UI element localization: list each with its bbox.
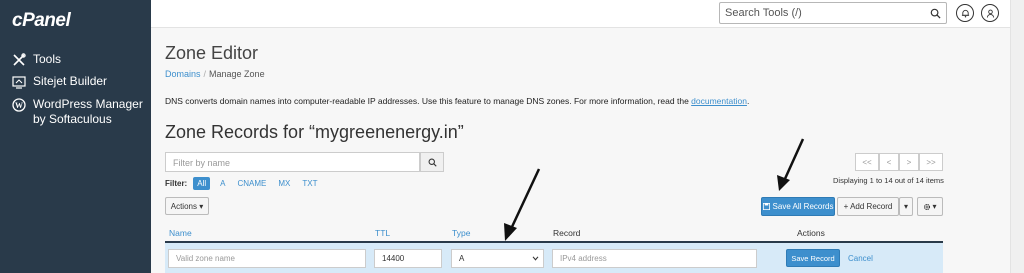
column-header-name[interactable]: Name bbox=[169, 228, 192, 238]
description-text: DNS converts domain names into computer-… bbox=[165, 96, 689, 106]
sidebar-item-wordpress[interactable]: W WordPress Manager by Softaculous bbox=[12, 97, 143, 127]
pagination-next-button[interactable]: > bbox=[899, 153, 919, 171]
record-input[interactable]: IPv4 address bbox=[552, 249, 757, 268]
save-icon bbox=[762, 203, 770, 210]
pagination-last-button[interactable]: >> bbox=[919, 153, 943, 171]
filter-by-name-input[interactable] bbox=[166, 154, 419, 172]
filter-chip-txt[interactable]: TXT bbox=[302, 179, 317, 188]
record-placeholder: IPv4 address bbox=[560, 254, 607, 263]
pagination-first-button[interactable]: << bbox=[855, 153, 879, 171]
gear-icon bbox=[924, 203, 931, 210]
search-placeholder: Search Tools (/) bbox=[725, 7, 802, 19]
sidebar-item-label-secondary: by Softaculous bbox=[33, 112, 112, 126]
breadcrumb-domains-link[interactable]: Domains bbox=[165, 69, 201, 79]
main-content: Zone Editor Domains / Manage Zone DNS conv… bbox=[151, 29, 1010, 273]
actions-dropdown-button[interactable]: Actions ▾ bbox=[165, 197, 209, 215]
chevron-down-icon bbox=[532, 256, 539, 261]
tools-icon bbox=[13, 53, 26, 66]
pagination-prev-button[interactable]: < bbox=[879, 153, 899, 171]
filter-chip-mx[interactable]: MX bbox=[278, 179, 290, 188]
save-all-records-button[interactable]: Save All Records bbox=[761, 197, 835, 216]
sidebar-item-tools[interactable]: Tools bbox=[12, 52, 61, 67]
page-scrollbar[interactable] bbox=[1010, 0, 1024, 273]
ttl-input[interactable]: 14400 bbox=[374, 249, 442, 268]
zone-name-input[interactable]: Valid zone name bbox=[168, 249, 366, 268]
search-icon bbox=[428, 158, 437, 167]
records-table-header: Name TTL Type Record Actions bbox=[165, 224, 943, 243]
top-bar: Search Tools (/) bbox=[151, 0, 1010, 28]
user-menu-button[interactable] bbox=[981, 4, 999, 22]
sidebar-item-label: Sitejet Builder bbox=[33, 74, 108, 88]
filter-chip-a[interactable]: A bbox=[220, 179, 225, 188]
sidebar-item-label: WordPress Manager bbox=[33, 97, 143, 111]
save-record-button[interactable]: Save Record bbox=[786, 249, 840, 267]
cpanel-logo[interactable]: cPanel bbox=[12, 10, 71, 32]
search-tools-input[interactable]: Search Tools (/) bbox=[719, 2, 947, 24]
ttl-value: 14400 bbox=[382, 254, 405, 263]
filter-by-name-field[interactable] bbox=[165, 152, 420, 172]
column-header-record: Record bbox=[553, 228, 581, 238]
user-icon bbox=[986, 9, 994, 18]
filter-chip-cname[interactable]: CNAME bbox=[237, 179, 266, 188]
page-title: Zone Editor bbox=[165, 43, 259, 63]
breadcrumb: Domains / Manage Zone bbox=[165, 69, 265, 79]
page-description: DNS converts domain names into computer-… bbox=[165, 96, 749, 106]
filter-search-button[interactable] bbox=[420, 152, 444, 172]
search-icon[interactable] bbox=[930, 8, 941, 19]
sidebar-item-label: Tools bbox=[33, 52, 62, 66]
type-select[interactable]: A bbox=[451, 249, 544, 268]
sitejet-icon bbox=[12, 76, 26, 89]
save-all-records-label: Save All Records bbox=[772, 202, 834, 211]
column-header-type[interactable]: Type bbox=[452, 228, 470, 238]
add-record-caret-button[interactable]: ▾ bbox=[899, 197, 913, 216]
filter-label: Filter: bbox=[165, 179, 188, 188]
svg-text:W: W bbox=[15, 101, 23, 110]
filter-chips: Filter: All A CNAME MX TXT bbox=[165, 177, 329, 190]
filter-chip-all[interactable]: All bbox=[193, 177, 211, 190]
column-header-ttl[interactable]: TTL bbox=[375, 228, 390, 238]
zone-records-title: Zone Records for “mygreenenergy.in” bbox=[165, 122, 464, 142]
bell-icon bbox=[961, 9, 969, 17]
notifications-button[interactable] bbox=[956, 4, 974, 22]
documentation-link[interactable]: documentation bbox=[691, 96, 747, 106]
cancel-link[interactable]: Cancel bbox=[848, 254, 873, 263]
add-record-button[interactable]: + Add Record bbox=[837, 197, 899, 216]
zone-name-placeholder: Valid zone name bbox=[176, 254, 235, 263]
settings-dropdown-button[interactable]: ▾ bbox=[917, 197, 943, 216]
pagination-status: Displaying 1 to 14 out of 14 items bbox=[833, 176, 944, 185]
new-record-row: Valid zone name 14400 A IPv4 address Sav… bbox=[165, 243, 943, 273]
breadcrumb-current: Manage Zone bbox=[209, 69, 265, 79]
sidebar-item-sitejet[interactable]: Sitejet Builder bbox=[12, 74, 107, 89]
breadcrumb-separator: / bbox=[203, 69, 207, 79]
sidebar: cPanel Tools Sitejet Builder W WordPress… bbox=[0, 0, 151, 273]
settings-caret: ▾ bbox=[932, 202, 937, 211]
type-value: A bbox=[459, 254, 465, 263]
wordpress-icon: W bbox=[12, 98, 26, 112]
column-header-actions: Actions bbox=[797, 228, 825, 238]
description-suffix: . bbox=[746, 96, 750, 106]
